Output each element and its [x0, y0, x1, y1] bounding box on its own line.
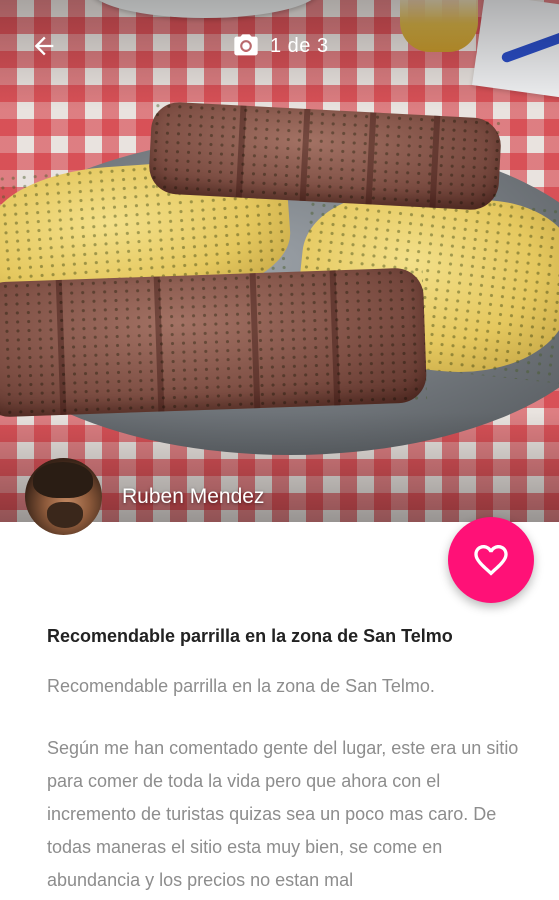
back-button[interactable] — [26, 28, 62, 64]
chorizo-top — [147, 100, 503, 212]
chorizo-bottom — [0, 267, 428, 418]
hero-photo[interactable] — [0, 0, 559, 522]
author-name[interactable]: Ruben Mendez — [122, 485, 264, 509]
review-summary: Recomendable parrilla en la zona de San … — [47, 676, 435, 696]
review-title: Recomendable parrilla en la zona de San … — [47, 626, 453, 646]
favorite-button[interactable] — [448, 517, 534, 603]
photo-counter-label: 1 de 3 — [270, 34, 329, 57]
avatar[interactable] — [25, 458, 102, 535]
photo-counter: 1 de 3 — [232, 30, 329, 62]
heart-outline-icon — [474, 545, 508, 576]
arrow-left-icon — [34, 36, 54, 56]
review-body: Según me han comentado gente del lugar, … — [47, 738, 519, 890]
author-row[interactable]: Ruben Mendez — [25, 458, 264, 535]
camera-icon — [234, 34, 258, 56]
review-content: Recomendable parrilla en la zona de San … — [47, 620, 522, 897]
